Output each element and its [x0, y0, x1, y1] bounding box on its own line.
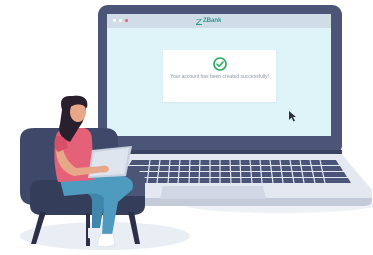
brand-name: ZBank — [203, 18, 222, 24]
touchpad — [160, 186, 266, 199]
person-shoe-right — [97, 233, 116, 247]
illustration: ZBank Your account has been created succ… — [0, 0, 373, 255]
brand-logo: ZBank — [196, 17, 236, 26]
window-dot-close[interactable] — [113, 19, 116, 22]
laptop-base-edge — [134, 198, 372, 206]
scene-artwork — [20, 5, 373, 250]
success-dialog: Your account has been created successful… — [163, 50, 276, 102]
window-dot-minimize[interactable] — [119, 19, 122, 22]
success-message: Your account has been created successful… — [170, 74, 269, 80]
window-dot-maximize[interactable] — [125, 19, 128, 22]
person-hand — [99, 165, 109, 173]
check-circle-icon — [213, 57, 227, 71]
laptop-hinge — [110, 150, 342, 154]
bank-logo-icon — [196, 19, 202, 25]
